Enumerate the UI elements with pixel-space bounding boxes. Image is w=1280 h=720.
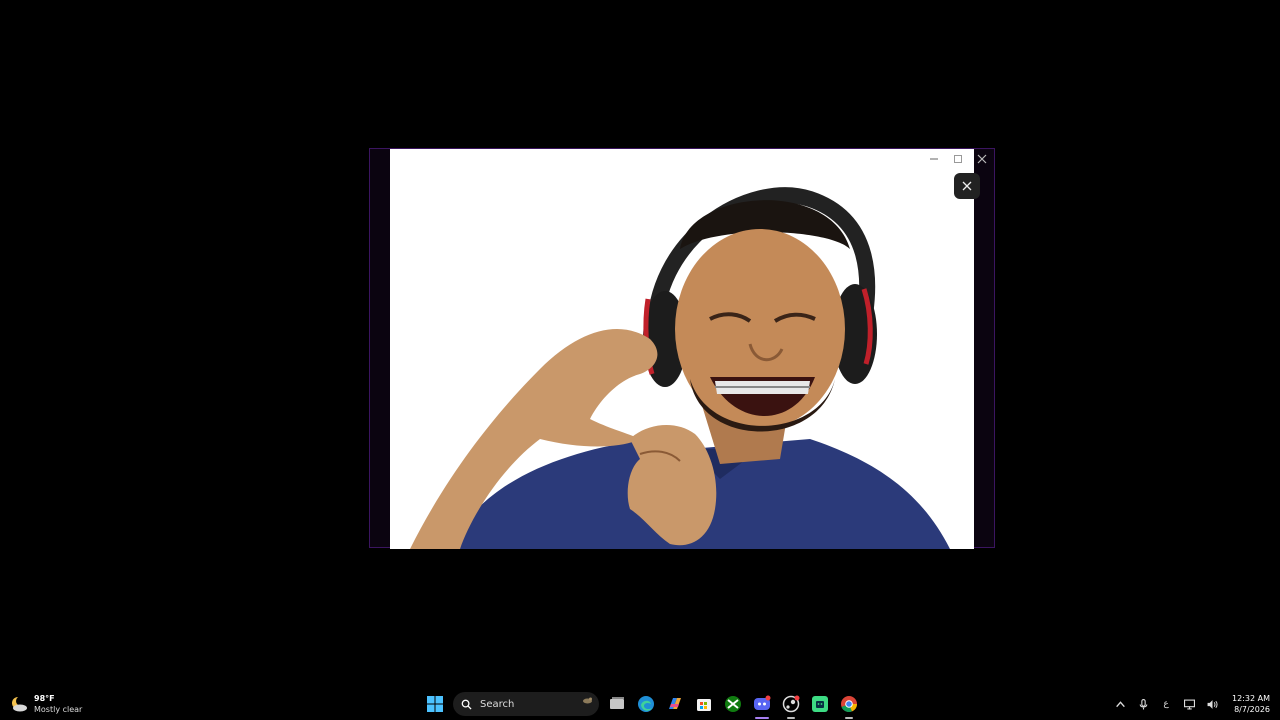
clock[interactable]: 12:32 AM 8/7/2026 [1232,693,1270,715]
start-button[interactable] [424,693,446,715]
discord-icon [754,695,771,710]
steam-button[interactable] [780,693,802,719]
xbox-icon [725,696,741,712]
search-label: Search [480,698,515,710]
chrome-icon [841,696,857,713]
maximize-icon [954,155,962,163]
taskbar-apps: Search [424,690,860,719]
copilot-button[interactable] [664,693,686,715]
search-highlight-icon [583,697,592,704]
maximize-button[interactable] [946,149,970,169]
image-viewer-window[interactable] [369,148,995,549]
show-hidden-icons-button[interactable] [1113,697,1127,711]
chevron-up-icon [1115,700,1125,707]
search-box[interactable]: Search [453,692,599,716]
moon-cloud-icon [12,696,27,712]
active-indicator [755,717,769,719]
edge-button[interactable] [635,693,657,715]
caricature-image [390,149,974,549]
window-close-button[interactable] [970,149,994,169]
volume-button[interactable] [1205,697,1219,711]
desktop [0,0,1280,688]
speaker-icon [1207,699,1218,709]
task-view-button[interactable] [606,693,628,715]
store-icon [697,699,711,711]
edge-icon [638,696,654,712]
taskbar: 98°F Mostly clear Search ع 12:32 AM 8/7/… [0,688,1280,720]
running-indicator [787,717,795,719]
chrome-button[interactable] [838,693,860,719]
start-icon [427,696,443,712]
steam-icon [782,695,800,713]
discord-button[interactable] [751,693,773,719]
copilot-icon [669,698,681,709]
weather-condition: Mostly clear [34,705,83,714]
android-app-icon [812,696,828,712]
viewer-close-button[interactable] [954,173,980,199]
weather-widget[interactable]: 98°F Mostly clear [10,693,82,715]
minimize-icon [930,158,938,160]
microphone-button[interactable] [1136,697,1150,711]
input-language-indicator[interactable]: ع [1159,699,1173,709]
android-app-button[interactable] [809,693,831,715]
microphone-icon [1139,698,1147,709]
weather-temperature: 98°F [34,694,55,703]
close-icon [962,181,972,191]
clock-time: 12:32 AM [1232,694,1270,703]
network-icon [1183,699,1195,709]
minimize-button[interactable] [922,149,946,169]
task-view-icon [610,697,624,709]
system-tray: ع 12:32 AM 8/7/2026 [1113,688,1270,720]
search-icon [461,699,472,710]
clock-date: 8/7/2026 [1234,705,1270,714]
network-button[interactable] [1182,697,1196,711]
window-controls [922,149,994,169]
close-icon [977,154,987,164]
store-button[interactable] [693,693,715,715]
running-indicator [845,717,853,719]
xbox-button[interactable] [722,693,744,715]
